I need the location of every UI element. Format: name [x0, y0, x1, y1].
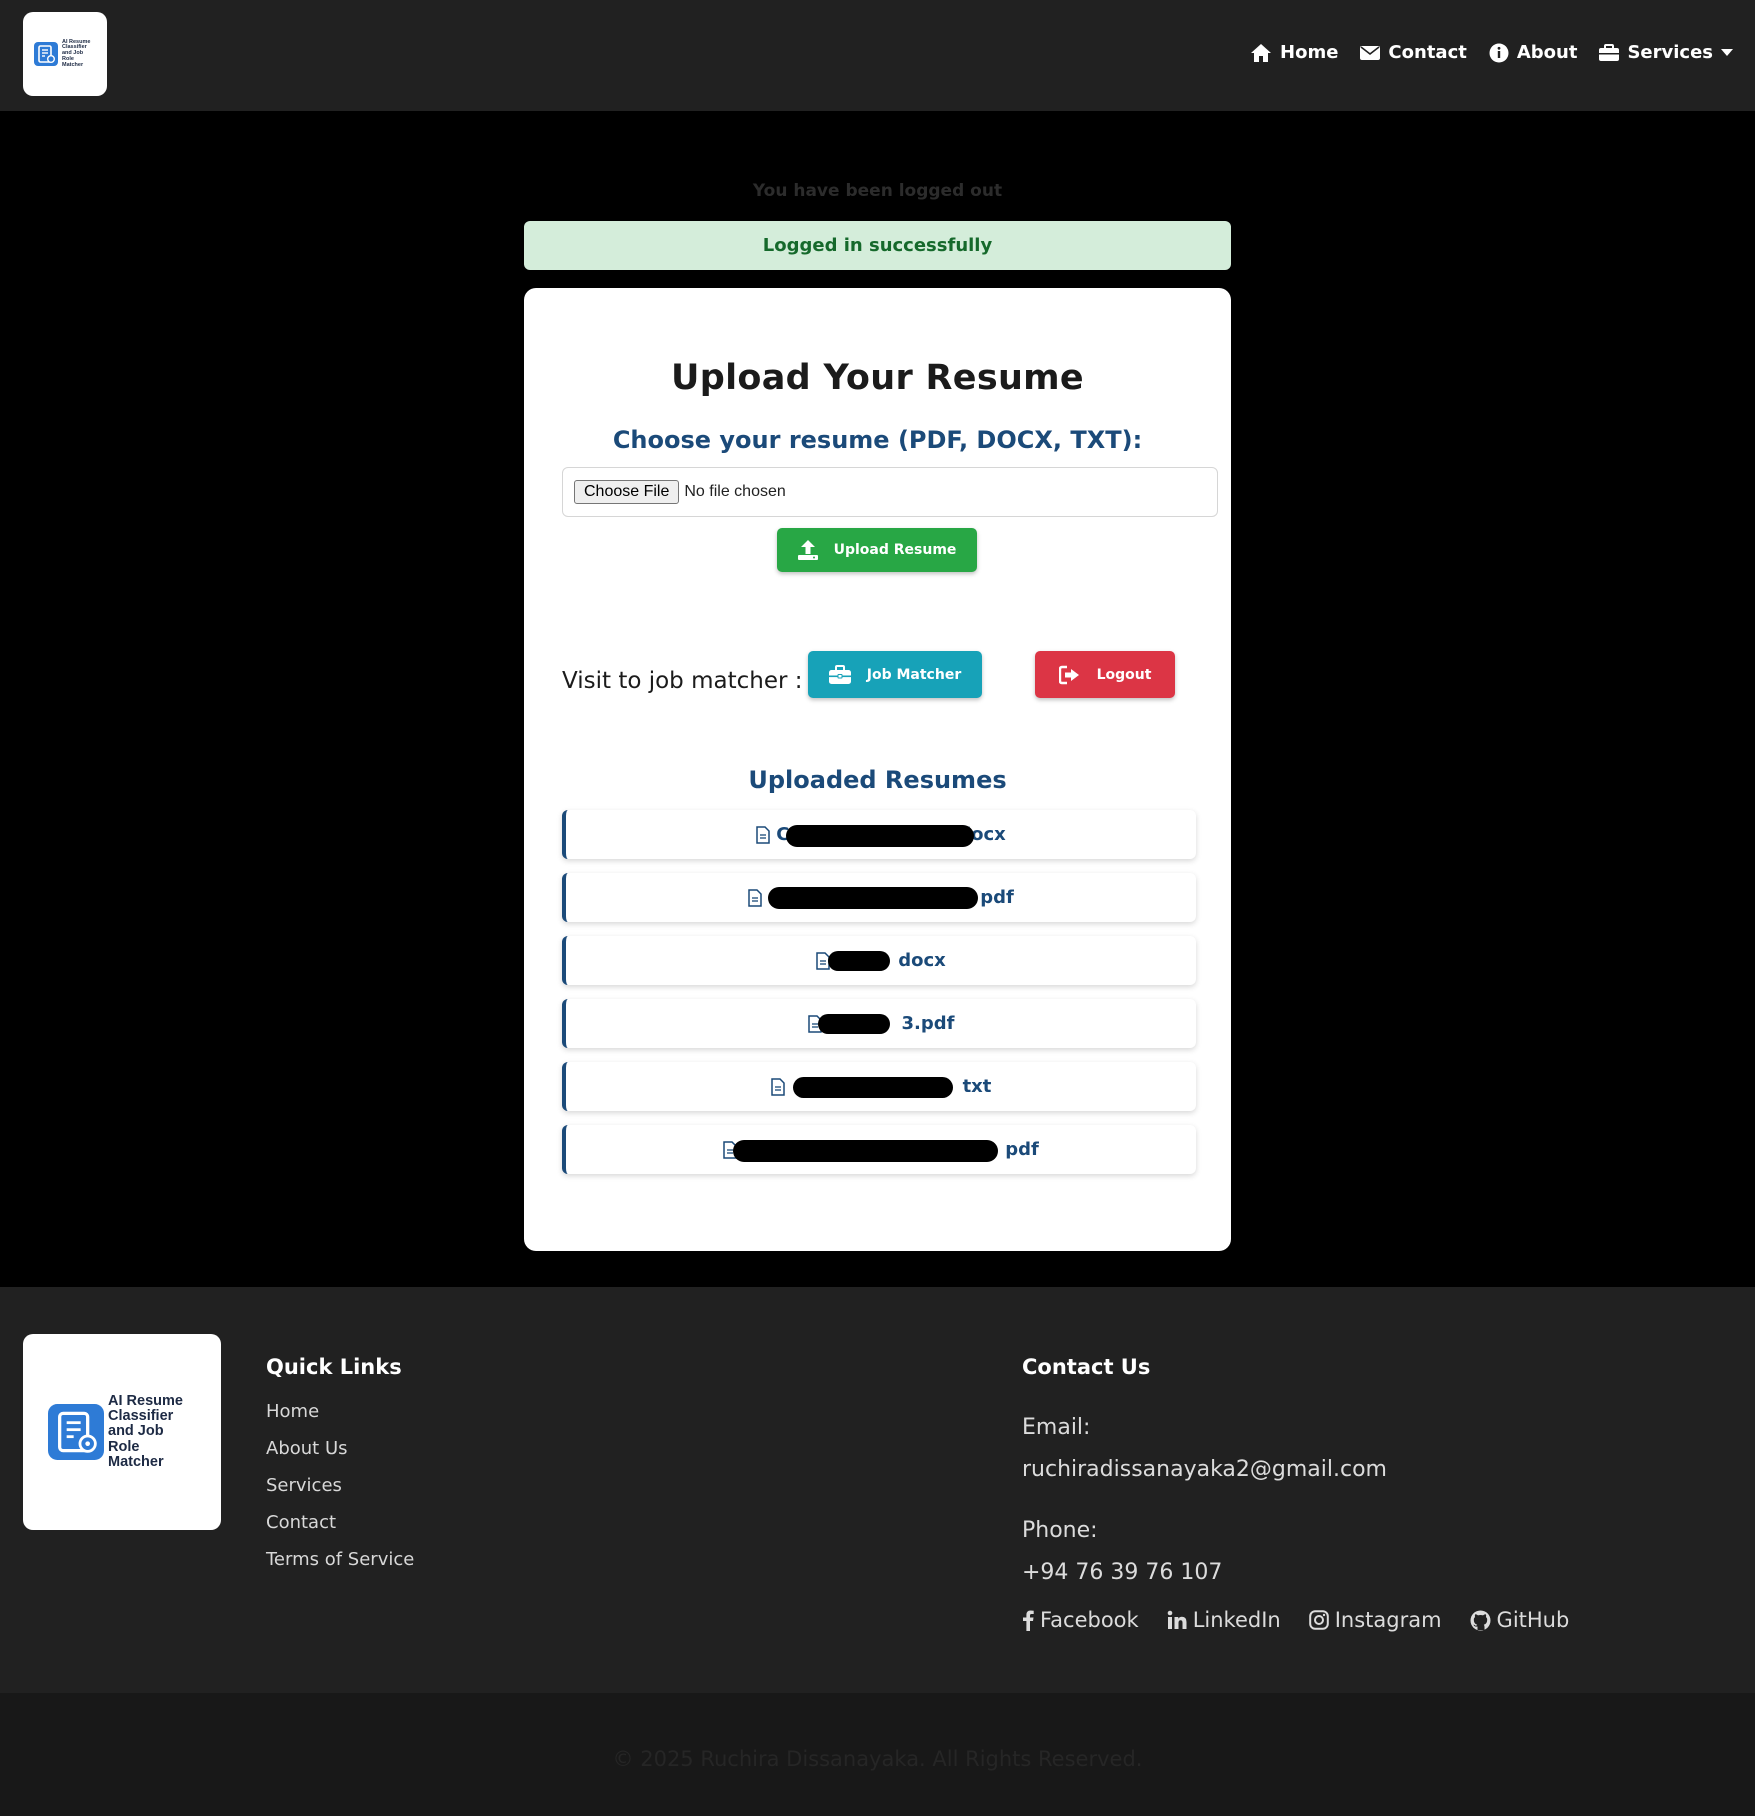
visit-job-matcher-label: Visit to job matcher :	[562, 668, 803, 694]
redaction-mark	[786, 825, 975, 847]
linkedin-link[interactable]: LinkedIn	[1167, 1608, 1281, 1632]
briefcase-icon	[1599, 43, 1620, 61]
resume-doc-icon	[48, 1404, 104, 1460]
uploaded-resumes-title: Uploaded Resumes	[748, 766, 1007, 794]
navbar: AI Resume Classifier and Job Role Matche…	[0, 0, 1755, 111]
instagram-label: Instagram	[1334, 1608, 1442, 1632]
github-icon	[1470, 1610, 1491, 1630]
copyright-text: © 2025 Ruchira Dissanayaka. All Rights R…	[612, 1747, 1143, 1771]
footer-link-terms[interactable]: Terms of Service	[266, 1549, 414, 1586]
nav-services-dropdown[interactable]: Services	[1599, 42, 1733, 63]
resume-name-suffix: 3.pdf	[901, 1013, 955, 1034]
email-label: Email:	[1022, 1415, 1091, 1440]
quick-links-list: Home About Us Services Contact Terms of …	[266, 1401, 414, 1586]
nav-contact-label: Contact	[1388, 42, 1467, 63]
copyright-bar: © 2025 Ruchira Dissanayaka. All Rights R…	[0, 1693, 1755, 1816]
phone-value: +94 76 39 76 107	[1022, 1560, 1223, 1585]
github-label: GitHub	[1496, 1608, 1570, 1632]
upload-card: Upload Your Resume Choose your resume (P…	[524, 288, 1231, 1251]
contact-us-title: Contact Us	[1022, 1355, 1151, 1379]
resume-item[interactable]: pdf	[562, 1125, 1196, 1174]
upload-button-label: Upload Resume	[833, 542, 957, 558]
page-title: Upload Your Resume	[671, 358, 1084, 398]
nav-services-label: Services	[1627, 42, 1713, 63]
social-links: Facebook LinkedIn Instagram GitHub	[1022, 1608, 1569, 1632]
footer-link-home[interactable]: Home	[266, 1401, 414, 1438]
instagram-link[interactable]: Instagram	[1308, 1608, 1442, 1632]
redaction-mark	[817, 1014, 890, 1034]
file-icon	[756, 825, 770, 844]
upload-icon	[797, 540, 818, 560]
choose-file-button[interactable]: Choose File	[574, 480, 680, 504]
github-link[interactable]: GitHub	[1470, 1608, 1570, 1632]
logo-mark: AI Resume Classifier and Job Role Matche…	[34, 38, 96, 69]
file-input[interactable]: Choose File No file chosen	[562, 467, 1218, 517]
resume-item[interactable]: pdf	[562, 873, 1196, 922]
main-content: You have been logged out Logged in succe…	[0, 111, 1755, 1287]
footer-link-services[interactable]: Services	[266, 1475, 414, 1512]
resume-item[interactable]: txt	[562, 1062, 1196, 1111]
logout-label: Logout	[1096, 666, 1152, 683]
envelope-icon	[1360, 45, 1381, 60]
footer-link-about[interactable]: About Us	[266, 1438, 414, 1475]
resume-name-suffix: txt	[962, 1076, 992, 1097]
nav-home[interactable]: Home	[1250, 42, 1338, 63]
redaction-mark	[828, 951, 891, 971]
file-icon	[748, 888, 762, 907]
job-matcher-button[interactable]: Job Matcher	[808, 651, 982, 698]
linkedin-label: LinkedIn	[1192, 1608, 1281, 1632]
resume-doc-icon	[34, 41, 58, 66]
email-value: ruchiradissanayaka2@gmail.com	[1022, 1457, 1387, 1482]
footer-link-contact[interactable]: Contact	[266, 1512, 414, 1549]
footer-logo: AI Resume Classifier and Job Role Matche…	[23, 1334, 221, 1530]
caret-down-icon	[1721, 48, 1733, 56]
instagram-icon	[1308, 1610, 1329, 1630]
home-icon	[1251, 43, 1272, 62]
logout-button[interactable]: Logout	[1035, 651, 1175, 698]
resume-item[interactable]: 3.pdf	[562, 999, 1196, 1048]
brand-logo[interactable]: AI Resume Classifier and Job Role Matche…	[23, 12, 107, 96]
logo-mark: AI Resume Classifier and Job Role Matche…	[48, 1392, 196, 1470]
facebook-label: Facebook	[1040, 1608, 1139, 1632]
upload-resume-button[interactable]: Upload Resume	[777, 528, 977, 572]
linkedin-icon	[1167, 1610, 1187, 1629]
nav-about-label: About	[1516, 42, 1578, 63]
resume-name-suffix: pdf	[980, 887, 1014, 908]
file-input-label: Choose your resume (PDF, DOCX, TXT):	[612, 426, 1143, 454]
resume-name-suffix: pdf	[1005, 1139, 1039, 1160]
email-block: Email: ruchiradissanayaka2@gmail.com	[1022, 1407, 1387, 1491]
resume-name-suffix: docx	[898, 950, 946, 971]
nav-home-label: Home	[1280, 42, 1339, 63]
file-status: No file chosen	[684, 483, 786, 500]
briefcase-icon	[828, 664, 851, 684]
resume-item[interactable]: docx	[562, 936, 1196, 985]
phone-label: Phone:	[1022, 1518, 1098, 1543]
sign-out-icon	[1058, 665, 1079, 684]
quick-links-title: Quick Links	[266, 1355, 402, 1379]
file-icon	[770, 1077, 785, 1096]
phone-block: Phone: +94 76 39 76 107	[1022, 1510, 1222, 1594]
facebook-link[interactable]: Facebook	[1022, 1608, 1139, 1632]
redaction-mark	[733, 1140, 999, 1162]
uploaded-resume-list: C .docx pdf docx 3.pdf txt pdf	[562, 810, 1196, 1188]
footer-logo-text: AI Resume Classifier and Job Role Matche…	[108, 1392, 183, 1470]
logged-out-message: You have been logged out	[752, 181, 1003, 201]
logo-text: AI Resume Classifier and Job Role Matche…	[62, 38, 91, 68]
success-alert: Logged in successfully	[524, 221, 1231, 270]
resume-item[interactable]: C .docx	[562, 810, 1196, 859]
facebook-icon	[1023, 1610, 1034, 1631]
info-circle-icon	[1489, 43, 1509, 62]
nav-contact[interactable]: Contact	[1360, 42, 1467, 63]
job-matcher-label: Job Matcher	[866, 666, 962, 683]
nav-links: Home Contact About Services	[1250, 42, 1733, 63]
redaction-mark	[792, 1077, 953, 1098]
redaction-mark	[768, 887, 979, 909]
footer: AI Resume Classifier and Job Role Matche…	[0, 1287, 1755, 1693]
nav-about[interactable]: About	[1489, 42, 1578, 63]
